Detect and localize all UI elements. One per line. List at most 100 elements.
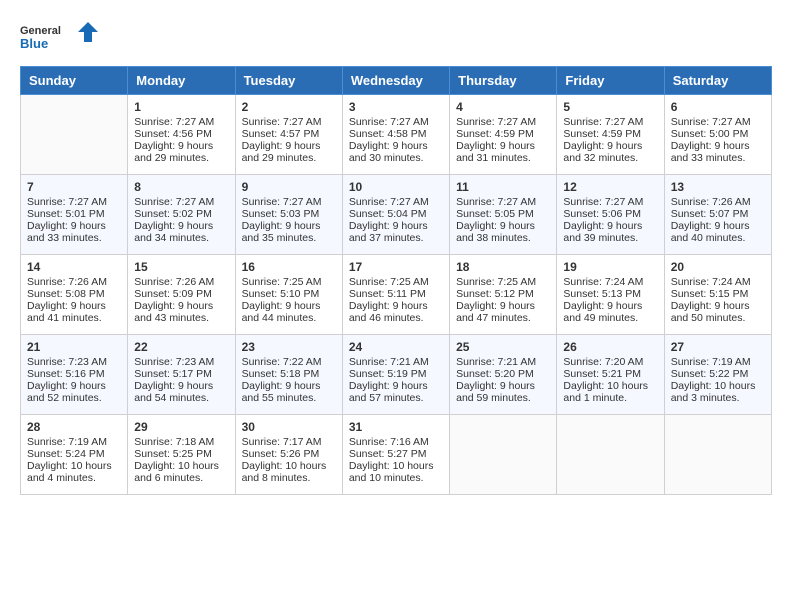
sunset-text: Sunset: 5:13 PM (563, 288, 641, 300)
calendar-cell: 22Sunrise: 7:23 AMSunset: 5:17 PMDayligh… (128, 335, 235, 415)
sunset-text: Sunset: 4:59 PM (563, 128, 641, 140)
calendar-cell (21, 95, 128, 175)
calendar-cell: 9Sunrise: 7:27 AMSunset: 5:03 PMDaylight… (235, 175, 342, 255)
calendar-table: SundayMondayTuesdayWednesdayThursdayFrid… (20, 66, 772, 495)
sunrise-text: Sunrise: 7:19 AM (671, 356, 751, 368)
calendar-week-5: 28 Sunrise: 7:19 AMSunset: 5:24 PM Dayligh… (21, 415, 772, 495)
day-number: 5 (563, 100, 657, 114)
sunrise-text: Sunrise: 7:27 AM (456, 196, 536, 208)
daylight-text: Daylight: 10 hours and 8 minutes. (242, 460, 327, 484)
day-number: 23 (242, 340, 336, 354)
daylight-text: Daylight: 9 hours and 33 minutes. (27, 220, 106, 244)
calendar-week-1: 1Sunrise: 7:27 AMSunset: 4:56 PMDaylight… (21, 95, 772, 175)
calendar-cell: 4Sunrise: 7:27 AMSunset: 4:59 PMDaylight… (450, 95, 557, 175)
daylight-text: Daylight: 9 hours and 50 minutes. (671, 300, 750, 324)
day-number: 31 (349, 420, 443, 434)
sunset-text: Sunset: 5:18 PM (242, 368, 320, 380)
calendar-cell: 23Sunrise: 7:22 AMSunset: 5:18 PMDayligh… (235, 335, 342, 415)
sunset-text: Sunset: 5:06 PM (563, 208, 641, 220)
calendar-cell: 1Sunrise: 7:27 AMSunset: 4:56 PMDaylight… (128, 95, 235, 175)
sunrise-text: Sunrise: 7:18 AM (134, 436, 214, 448)
sunrise-text: Sunrise: 7:27 AM (349, 196, 429, 208)
daylight-text: Daylight: 9 hours and 41 minutes. (27, 300, 106, 324)
calendar-cell: 2Sunrise: 7:27 AMSunset: 4:57 PMDaylight… (235, 95, 342, 175)
day-number: 8 (134, 180, 228, 194)
sunrise-text: Sunrise: 7:27 AM (134, 116, 214, 128)
sunrise-text: Sunrise: 7:25 AM (242, 276, 322, 288)
day-number: 28 (27, 420, 121, 434)
sunset-text: Sunset: 4:58 PM (349, 128, 427, 140)
calendar-cell: 12 Sunrise: 7:27 AMSunset: 5:06 PMDayligh… (557, 175, 664, 255)
sunset-text: Sunset: 5:11 PM (349, 288, 426, 300)
sunrise-text: Sunrise: 7:27 AM (456, 116, 536, 128)
calendar-cell: 3Sunrise: 7:27 AMSunset: 4:58 PMDaylight… (342, 95, 449, 175)
sunrise-text: Sunrise: 7:20 AM (563, 356, 643, 368)
sunrise-text: Sunrise: 7:27 AM (134, 196, 214, 208)
sunrise-text: Sunrise: 7:16 AM (349, 436, 429, 448)
sunrise-text: Sunrise: 7:24 AM (563, 276, 643, 288)
calendar-cell: 17Sunrise: 7:25 AMSunset: 5:11 PMDayligh… (342, 255, 449, 335)
day-number: 25 (456, 340, 550, 354)
sunrise-text: Sunrise: 7:27 AM (242, 116, 322, 128)
calendar-cell: 15Sunrise: 7:26 AMSunset: 5:09 PMDayligh… (128, 255, 235, 335)
calendar-cell: 18 Sunrise: 7:25 AMSunset: 5:12 PMDayligh… (450, 255, 557, 335)
sunset-text: Sunset: 5:25 PM (134, 448, 212, 460)
day-number: 14 (27, 260, 121, 274)
page-header: General Blue (20, 20, 772, 56)
sunrise-text: Sunrise: 7:22 AM (242, 356, 322, 368)
daylight-text: Daylight: 9 hours and 39 minutes. (563, 220, 642, 244)
sunset-text: Sunset: 5:02 PM (134, 208, 212, 220)
day-number: 26 (563, 340, 657, 354)
sunset-text: Sunset: 5:21 PM (563, 368, 641, 380)
sunset-text: Sunset: 5:04 PM (349, 208, 427, 220)
calendar-cell: 29Sunrise: 7:18 AMSunset: 5:25 PMDayligh… (128, 415, 235, 495)
day-number: 9 (242, 180, 336, 194)
sunset-text: Sunset: 5:24 PM (27, 448, 105, 460)
sunrise-text: Sunrise: 7:25 AM (456, 276, 536, 288)
day-number: 18 (456, 260, 550, 274)
day-number: 3 (349, 100, 443, 114)
day-number: 20 (671, 260, 765, 274)
sunset-text: Sunset: 5:26 PM (242, 448, 320, 460)
calendar-cell: 31Sunrise: 7:16 AMSunset: 5:27 PMDayligh… (342, 415, 449, 495)
calendar-cell: 20Sunrise: 7:24 AMSunset: 5:15 PMDayligh… (664, 255, 771, 335)
column-header-thursday: Thursday (450, 67, 557, 95)
day-number: 2 (242, 100, 336, 114)
day-number: 10 (349, 180, 443, 194)
day-number: 22 (134, 340, 228, 354)
daylight-text: Daylight: 9 hours and 47 minutes. (456, 300, 535, 324)
day-number: 29 (134, 420, 228, 434)
calendar-cell: 13Sunrise: 7:26 AMSunset: 5:07 PMDayligh… (664, 175, 771, 255)
daylight-text: Daylight: 9 hours and 59 minutes. (456, 380, 535, 404)
day-number: 24 (349, 340, 443, 354)
daylight-text: Daylight: 9 hours and 43 minutes. (134, 300, 213, 324)
day-number: 11 (456, 180, 550, 194)
sunset-text: Sunset: 5:00 PM (671, 128, 749, 140)
sunset-text: Sunset: 5:17 PM (134, 368, 212, 380)
daylight-text: Daylight: 9 hours and 52 minutes. (27, 380, 106, 404)
day-number: 16 (242, 260, 336, 274)
daylight-text: Daylight: 9 hours and 29 minutes. (242, 140, 321, 164)
day-number: 17 (349, 260, 443, 274)
daylight-text: Daylight: 9 hours and 38 minutes. (456, 220, 535, 244)
calendar-cell: 24Sunrise: 7:21 AMSunset: 5:19 PMDayligh… (342, 335, 449, 415)
sunrise-text: Sunrise: 7:27 AM (349, 116, 429, 128)
sunrise-text: Sunrise: 7:19 AM (27, 436, 107, 448)
column-header-wednesday: Wednesday (342, 67, 449, 95)
calendar-cell: 21Sunrise: 7:23 AMSunset: 5:16 PMDayligh… (21, 335, 128, 415)
sunset-text: Sunset: 5:12 PM (456, 288, 534, 300)
day-number: 6 (671, 100, 765, 114)
day-number: 12 (563, 180, 657, 194)
sunrise-text: Sunrise: 7:27 AM (563, 196, 643, 208)
sunset-text: Sunset: 5:16 PM (27, 368, 105, 380)
svg-text:Blue: Blue (20, 36, 48, 51)
calendar-cell: 19Sunrise: 7:24 AMSunset: 5:13 PMDayligh… (557, 255, 664, 335)
calendar-cell: 26Sunrise: 7:20 AMSunset: 5:21 PMDayligh… (557, 335, 664, 415)
day-number: 13 (671, 180, 765, 194)
daylight-text: Daylight: 9 hours and 37 minutes. (349, 220, 428, 244)
calendar-week-4: 21Sunrise: 7:23 AMSunset: 5:16 PMDayligh… (21, 335, 772, 415)
column-header-saturday: Saturday (664, 67, 771, 95)
column-header-sunday: Sunday (21, 67, 128, 95)
calendar-cell: 14Sunrise: 7:26 AMSunset: 5:08 PMDayligh… (21, 255, 128, 335)
day-number: 4 (456, 100, 550, 114)
